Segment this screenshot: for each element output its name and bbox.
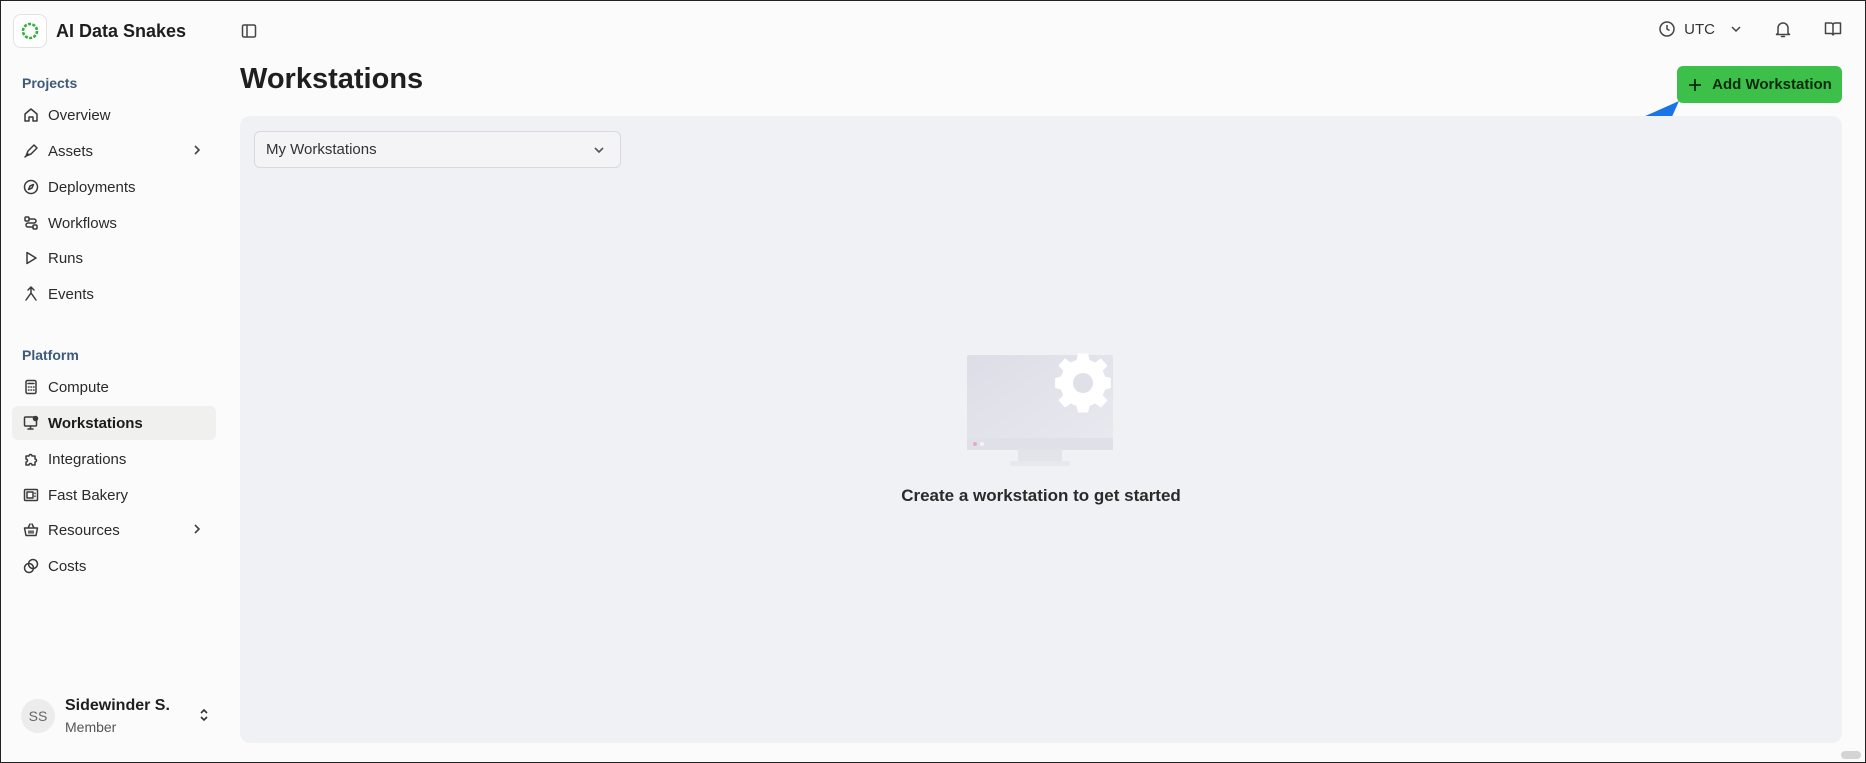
sidebar-item-label: Workstations — [48, 414, 143, 432]
calculator-icon — [22, 378, 40, 396]
sidebar-item-resources[interactable]: Resources — [12, 513, 216, 547]
topbar-actions: UTC — [1658, 19, 1843, 39]
sidebar-item-workstations[interactable]: Workstations — [12, 406, 216, 440]
compass-icon — [22, 178, 40, 196]
brand-logo-icon — [13, 14, 47, 48]
section-label-platform: Platform — [22, 347, 79, 363]
sidebar-item-label: Workflows — [48, 214, 117, 232]
clock-icon — [1659, 21, 1675, 37]
toggle-sidebar-button[interactable] — [240, 22, 258, 40]
sidebar-item-label: Overview — [48, 106, 111, 124]
sidebar-item-label: Integrations — [48, 450, 127, 468]
avatar: SS — [21, 699, 55, 733]
sidebar-item-compute[interactable]: Compute — [12, 370, 216, 404]
merge-icon — [22, 285, 40, 303]
chevron-right-icon — [190, 522, 204, 536]
user-menu[interactable]: SS Sidewinder S. Member — [21, 697, 211, 735]
docs-button[interactable] — [1823, 19, 1843, 39]
app-window: AI Data Snakes Projects Overview Assets … — [0, 0, 1866, 763]
chevron-down-icon — [592, 143, 606, 157]
sidebar-item-assets[interactable]: Assets — [12, 134, 216, 168]
book-open-icon — [1824, 22, 1842, 36]
sidebar-item-integrations[interactable]: Integrations — [12, 442, 216, 476]
sidebar-item-events[interactable]: Events — [12, 277, 216, 311]
section-label-projects: Projects — [22, 75, 78, 91]
sidebar-item-label: Resources — [48, 521, 120, 539]
sidebar-item-label: Runs — [48, 249, 84, 267]
plus-icon — [1687, 77, 1703, 93]
monitor-gear-icon — [22, 414, 40, 432]
brand[interactable]: AI Data Snakes — [13, 13, 186, 49]
pen-icon — [22, 142, 40, 160]
sidebar-item-label: Fast Bakery — [48, 486, 129, 504]
sidebar-item-costs[interactable]: Costs — [12, 549, 216, 583]
user-name: Sidewinder S. — [65, 697, 170, 714]
sidebar-item-label: Deployments — [48, 178, 136, 196]
sidebar-item-overview[interactable]: Overview — [12, 98, 216, 132]
puzzle-icon — [22, 450, 40, 468]
monitor-gear-illustration-icon — [967, 353, 1113, 466]
sidebar-item-workflows[interactable]: Workflows — [12, 206, 216, 240]
notifications-button[interactable] — [1773, 19, 1793, 39]
empty-state-message: Create a workstation to get started — [901, 486, 1181, 505]
chevron-down-icon — [1731, 26, 1741, 33]
oven-icon — [22, 486, 40, 504]
page-title: Workstations — [240, 63, 424, 95]
chevron-right-icon — [190, 143, 204, 157]
sidebar-item-label: Compute — [48, 378, 109, 396]
timezone-selector[interactable]: UTC — [1658, 20, 1743, 38]
workstation-filter-select[interactable]: My Workstations — [254, 131, 621, 168]
sidebar-item-label: Events — [48, 285, 94, 303]
brand-name: AI Data Snakes — [56, 20, 187, 41]
scrollbar-handle[interactable] — [1841, 751, 1861, 759]
sidebar-item-label: Assets — [48, 142, 94, 160]
workstations-panel: My Workstations Create a workstation to … — [240, 116, 1842, 743]
sidebar-item-runs[interactable]: Runs — [12, 241, 216, 275]
sidebar-item-label: Costs — [48, 557, 87, 575]
filter-selected-value: My Workstations — [266, 141, 377, 158]
sidebar-item-deployments[interactable]: Deployments — [12, 170, 216, 204]
add-workstation-button[interactable]: Add Workstation — [1677, 66, 1842, 103]
bell-icon — [1775, 22, 1791, 38]
coins-icon — [22, 557, 40, 575]
user-role: Member — [65, 719, 117, 735]
basket-icon — [22, 521, 40, 539]
sidebar-panel-icon — [241, 24, 257, 38]
add-workstation-label: Add Workstation — [1712, 76, 1832, 93]
play-icon — [22, 249, 40, 267]
chevron-up-down-icon — [197, 706, 211, 724]
timezone-label: UTC — [1684, 20, 1715, 38]
workflow-icon — [22, 214, 40, 232]
sidebar-item-fast-bakery[interactable]: Fast Bakery — [12, 478, 216, 512]
sidebar: AI Data Snakes Projects Overview Assets … — [1, 1, 229, 762]
home-icon — [22, 106, 40, 124]
